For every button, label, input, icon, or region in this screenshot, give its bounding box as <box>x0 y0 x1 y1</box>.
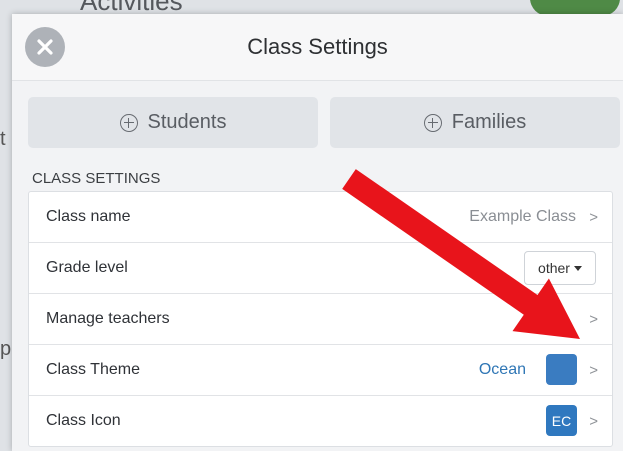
class-name-label: Class name <box>46 208 131 225</box>
chevron-right-icon: > <box>589 208 598 226</box>
modal-header: Class Settings <box>12 14 623 81</box>
grade-level-row: Grade level other <box>29 243 612 294</box>
class-theme-label: Class Theme <box>46 361 140 378</box>
theme-color-swatch <box>546 354 577 385</box>
manage-teachers-row[interactable]: Manage teachers > <box>29 294 612 345</box>
manage-teachers-label: Manage teachers <box>46 310 170 327</box>
chevron-right-icon: > <box>589 412 598 430</box>
class-name-value: Example Class <box>469 208 576 225</box>
class-icon-row[interactable]: Class Icon EC > <box>29 396 612 446</box>
class-theme-row[interactable]: Class Theme Ocean > <box>29 345 612 396</box>
class-settings-modal: Class Settings Students Families CLASS S… <box>12 14 623 451</box>
add-students-button[interactable]: Students <box>28 97 318 148</box>
chevron-right-icon: > <box>589 361 598 379</box>
class-icon-badge: EC <box>546 405 577 436</box>
plus-circle-icon <box>423 113 442 132</box>
background-text-fragment: p <box>0 338 12 360</box>
add-families-button[interactable]: Families <box>330 97 620 148</box>
chevron-right-icon: > <box>589 310 598 328</box>
plus-circle-icon <box>119 113 138 132</box>
settings-list: Class name Example Class > Grade level o… <box>28 191 613 447</box>
grade-level-value: other <box>538 260 570 276</box>
grade-level-dropdown[interactable]: other <box>524 251 596 285</box>
section-header: CLASS SETTINGS <box>32 170 161 187</box>
add-families-label: Families <box>451 111 527 133</box>
background-text-fragment: t <box>0 128 6 150</box>
add-students-label: Students <box>147 111 227 133</box>
caret-down-icon <box>573 265 582 271</box>
class-icon-label: Class Icon <box>46 412 121 429</box>
modal-title: Class Settings <box>247 34 388 59</box>
grade-level-label: Grade level <box>46 259 128 276</box>
class-theme-value: Ocean <box>478 361 526 378</box>
class-name-row[interactable]: Class name Example Class > <box>29 192 612 243</box>
